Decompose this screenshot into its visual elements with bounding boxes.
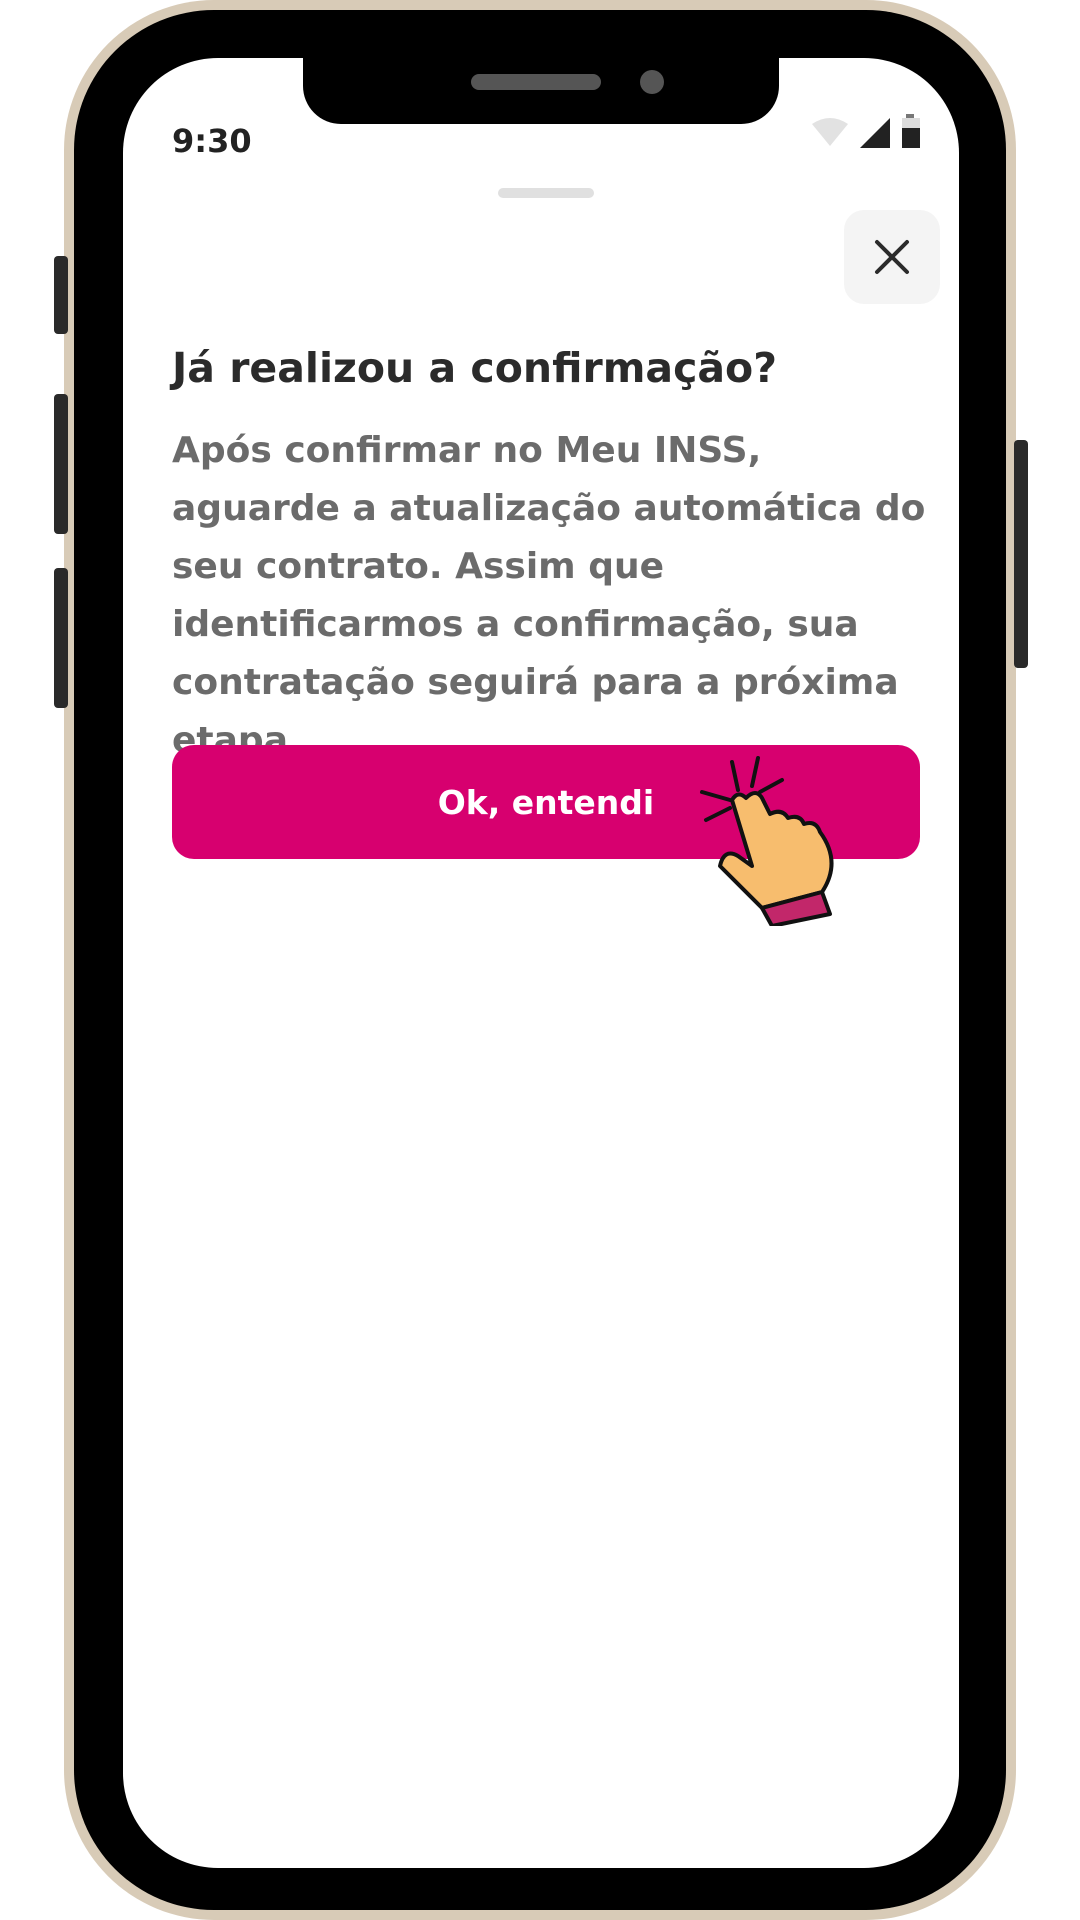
battery-icon: [902, 114, 920, 148]
phone-side-button-power: [1014, 440, 1028, 668]
phone-camera: [640, 70, 664, 94]
close-button[interactable]: [844, 210, 940, 304]
status-time: 9:30: [172, 122, 252, 160]
close-icon: [875, 240, 909, 274]
phone-speaker: [471, 74, 601, 90]
wifi-icon: [812, 118, 848, 146]
phone-screen: [123, 58, 959, 1868]
status-bar-icons: [812, 114, 920, 148]
pointing-hand-icon: [700, 756, 834, 926]
drag-handle[interactable]: [498, 188, 594, 198]
phone-side-button-volume-up: [54, 394, 68, 534]
sheet-title: Já realizou a confirmação?: [172, 344, 778, 392]
signal-icon: [860, 118, 890, 148]
phone-side-button-mute: [54, 256, 68, 334]
ok-button-label: Ok, entendi: [437, 782, 655, 822]
sheet-body-text: Após confirmar no Meu INSS, aguarde a at…: [172, 430, 926, 761]
phone-notch: [303, 58, 779, 124]
phone-side-button-volume-down: [54, 568, 68, 708]
